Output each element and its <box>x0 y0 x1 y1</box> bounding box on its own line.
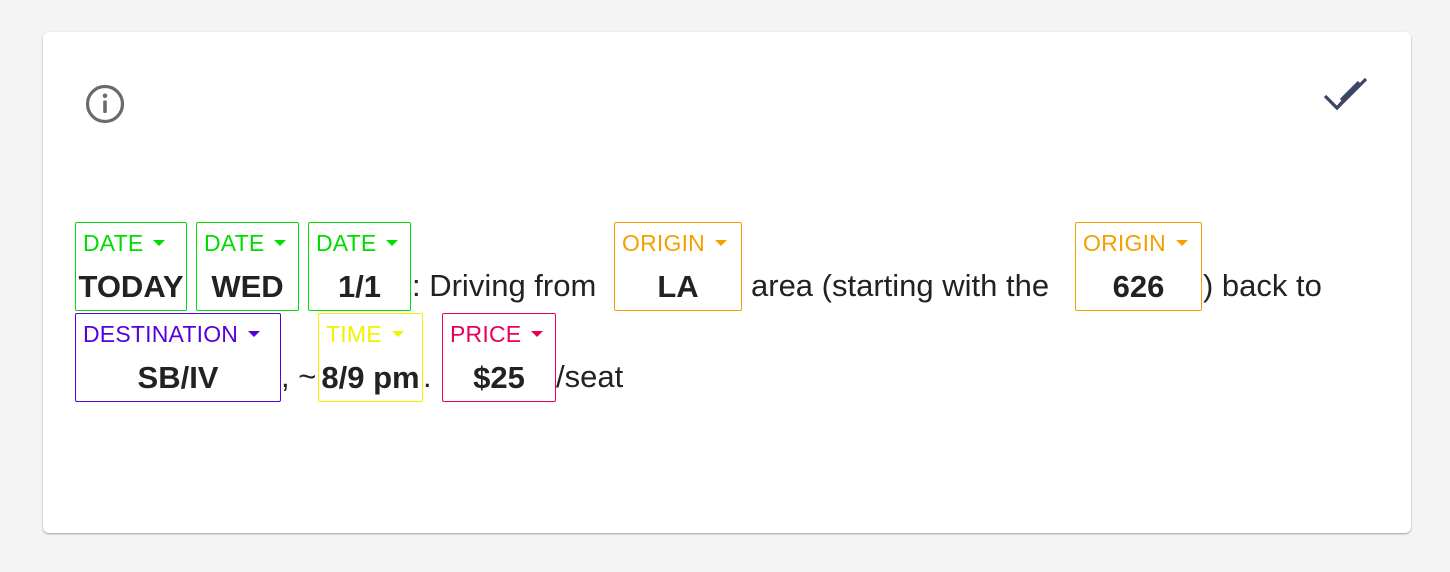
origin-chip-label: ORIGIN <box>622 229 727 257</box>
sentence-text: , ~ <box>281 359 317 394</box>
caret-down-icon <box>274 240 287 246</box>
date-chip-label: DATE <box>204 229 287 257</box>
time-chip-value: 8/9 pm <box>321 360 420 395</box>
sentence-text: . <box>423 359 432 394</box>
destination-chip[interactable]: DESTINATION SB/IV <box>75 313 281 402</box>
date-chip-today[interactable]: DATE TODAY <box>75 222 187 311</box>
caret-down-icon <box>248 331 261 337</box>
double-check-icon[interactable] <box>1322 75 1372 117</box>
sentence-row-1: DATE TODAY DATE WED DATE 1/1 : Driving f… <box>75 222 1375 314</box>
caret-down-icon <box>153 240 166 246</box>
sentence-text: ) back to <box>1203 268 1322 303</box>
date-chip-value: WED <box>211 269 284 304</box>
origin-chip-value: 626 <box>1112 269 1165 304</box>
caret-down-icon <box>386 240 399 246</box>
origin-chip-626[interactable]: ORIGIN 626 <box>1075 222 1202 311</box>
sentence-text: : Driving from <box>412 268 597 303</box>
price-chip-value: $25 <box>473 360 525 395</box>
time-chip[interactable]: TIME 8/9 pm <box>318 313 423 402</box>
caret-down-icon <box>1175 240 1188 246</box>
origin-chip-la[interactable]: ORIGIN LA <box>614 222 742 311</box>
message-card: DATE TODAY DATE WED DATE 1/1 : Driving f… <box>43 32 1411 533</box>
caret-down-icon <box>531 331 544 337</box>
date-chip-value: 1/1 <box>337 269 382 304</box>
destination-chip-value: SB/IV <box>137 360 219 395</box>
date-chip-value: TODAY <box>78 269 184 304</box>
origin-chip-label: ORIGIN <box>1083 229 1188 257</box>
price-chip[interactable]: PRICE $25 <box>442 313 556 402</box>
date-chip-label: DATE <box>316 229 399 257</box>
price-chip-label: PRICE <box>450 320 544 348</box>
date-chip-label: DATE <box>83 229 166 257</box>
origin-chip-value: LA <box>657 269 699 304</box>
sentence-text: area (starting with the <box>751 268 1050 303</box>
caret-down-icon <box>391 331 404 337</box>
date-chip-wed[interactable]: DATE WED <box>196 222 299 311</box>
date-chip-1-1[interactable]: DATE 1/1 <box>308 222 411 311</box>
caret-down-icon <box>714 240 727 246</box>
info-icon[interactable] <box>84 83 126 125</box>
destination-chip-label: DESTINATION <box>83 320 261 348</box>
sentence-text: /seat <box>556 359 624 394</box>
time-chip-label: TIME <box>326 320 404 348</box>
sentence-row-2: DESTINATION SB/IV , ~ TIME 8/9 pm . PRIC… <box>75 313 775 405</box>
